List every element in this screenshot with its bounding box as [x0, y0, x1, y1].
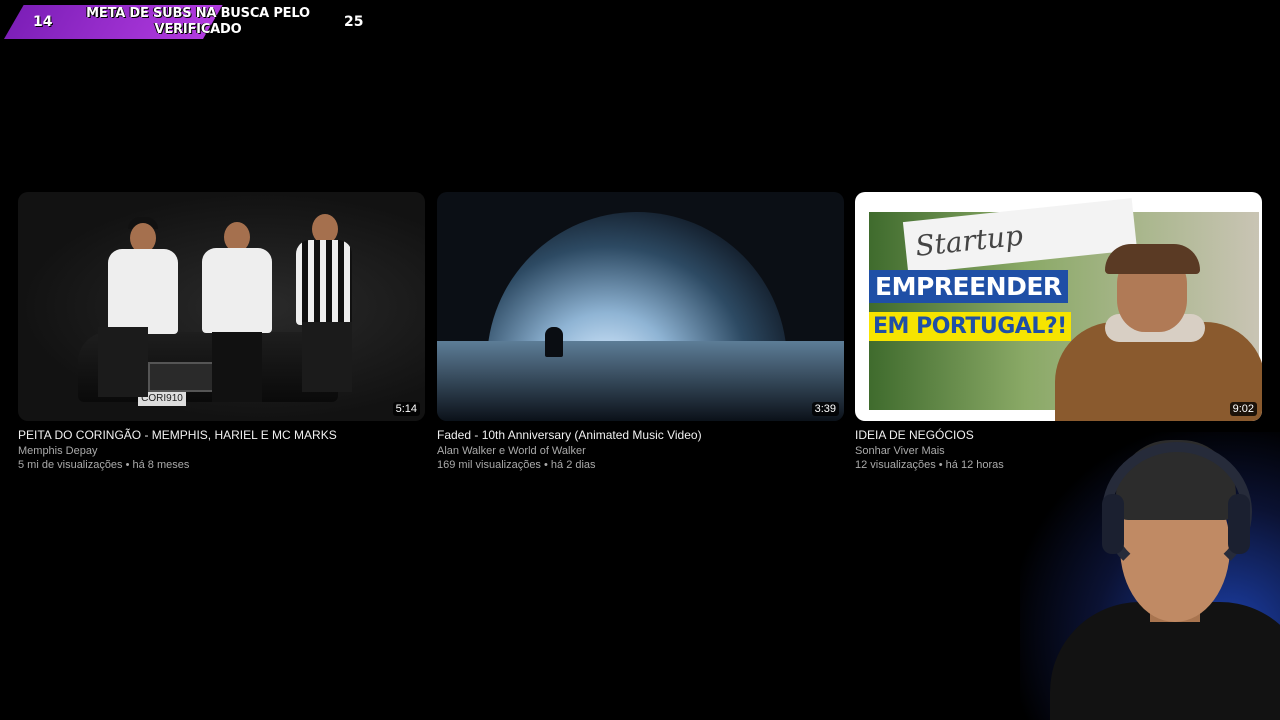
headphone-cup-right	[1228, 494, 1250, 554]
video-duration: 9:02	[1229, 402, 1257, 416]
thumbnail-headline: EMPREENDER	[869, 270, 1068, 303]
tunnel-floor	[437, 341, 844, 421]
webcam-overlay	[1020, 432, 1280, 720]
sitting-figure	[545, 327, 563, 357]
video-thumbnail[interactable]: Startup EMPREENDER EM PORTUGAL?! 9:02	[855, 192, 1262, 421]
video-title[interactable]: PEITA DO CORINGÃO - MEMPHIS, HARIEL E MC…	[18, 428, 425, 442]
thumbnail-subheadline: EM PORTUGAL?!	[869, 312, 1071, 341]
video-duration: 5:14	[392, 402, 420, 416]
video-duration: 3:39	[811, 402, 839, 416]
video-thumbnail[interactable]: 3:39	[437, 192, 844, 421]
video-title[interactable]: Faded - 10th Anniversary (Animated Music…	[437, 428, 844, 442]
goal-current-count: 14	[33, 14, 53, 30]
headphone-cup-left	[1102, 494, 1124, 554]
video-thumbnail[interactable]: CORI910 5:14	[18, 192, 425, 421]
video-meta: 169 mil visualizações • há 2 dias	[437, 459, 596, 471]
subscriber-goal-widget: 14 META DE SUBS NA BUSCA PELO VERIFICADO…	[0, 0, 380, 46]
goal-title: META DE SUBS NA BUSCA PELO VERIFICADO	[86, 6, 310, 37]
video-card[interactable]: Startup EMPREENDER EM PORTUGAL?! 9:02 ID…	[855, 192, 1262, 471]
video-meta: 5 mi de visualizações • há 8 meses	[18, 459, 190, 471]
goal-target-count: 25	[344, 14, 364, 30]
video-card[interactable]: CORI910 5:14 PEITA DO CORINGÃO - MEMPHIS…	[18, 192, 425, 471]
man-figure	[1055, 232, 1262, 421]
channel-name[interactable]: Alan Walker e World of Walker	[437, 445, 844, 457]
video-card[interactable]: 3:39 Faded - 10th Anniversary (Animated …	[437, 192, 844, 471]
channel-name[interactable]: Memphis Depay	[18, 445, 425, 457]
